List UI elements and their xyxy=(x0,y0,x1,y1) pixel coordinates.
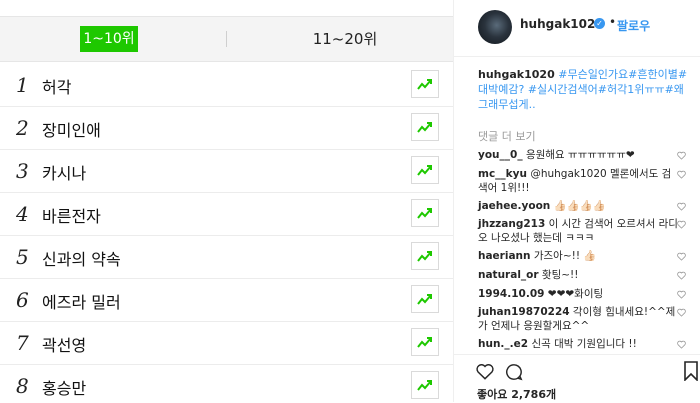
comment-like-heart-icon[interactable] xyxy=(677,290,686,299)
keyword-link[interactable]: 에즈라 밀러 xyxy=(42,289,121,313)
rank-number: 4 xyxy=(16,202,29,226)
comment-username[interactable]: jaehee.yoon xyxy=(478,200,550,212)
ranking-row[interactable]: 2 장미인애 xyxy=(0,106,453,150)
ranking-row[interactable]: 5 신과의 약속 xyxy=(0,235,453,279)
trend-icon xyxy=(417,122,432,133)
comment-like-heart-icon[interactable] xyxy=(677,271,686,280)
comment-username[interactable]: haeriann xyxy=(478,250,531,262)
ranking-row[interactable]: 1 허각 xyxy=(0,63,453,107)
comment-like-heart-icon[interactable] xyxy=(677,340,686,349)
trend-icon xyxy=(417,165,432,176)
comment-username[interactable]: mc__kyu xyxy=(478,168,527,180)
comment: haeriann 가즈아~!! 👍🏻 xyxy=(478,249,678,263)
trend-chart-button[interactable] xyxy=(411,156,439,184)
comment-text: 응원해요 ㅠㅠㅠㅠㅠㅠ❤ xyxy=(525,149,635,161)
comment-text: ❤❤❤화이팅 xyxy=(547,288,604,300)
comment-username[interactable]: jhzzang213 xyxy=(478,218,545,230)
verified-badge-icon: ✓ xyxy=(594,18,605,29)
trend-icon xyxy=(417,380,432,391)
follow-button[interactable]: 팔로우 xyxy=(617,17,650,34)
rank-number: 1 xyxy=(16,73,29,97)
comment: 1994.10.09 ❤❤❤화이팅 xyxy=(478,287,678,301)
trend-chart-button[interactable] xyxy=(411,242,439,270)
rank-number: 3 xyxy=(16,159,29,183)
comment: jhzzang213 이 시간 검색어 오르셔서 라디오 나오셨나 했는데 ㅋㅋ… xyxy=(478,217,678,245)
comment-like-heart-icon[interactable] xyxy=(677,220,686,229)
rank-number: 7 xyxy=(16,331,29,355)
rank-number: 8 xyxy=(16,374,29,398)
bookmark-icon[interactable] xyxy=(684,361,698,381)
post-header: huhgak1020 ✓ • 팔로우 xyxy=(454,0,700,57)
trend-icon xyxy=(417,208,432,219)
trend-icon xyxy=(417,337,432,348)
ranking-row[interactable]: 4 바른전자 xyxy=(0,192,453,236)
trend-chart-button[interactable] xyxy=(411,371,439,399)
rank-tabs: 1~10위 11~20위 xyxy=(0,16,453,62)
comment: you__0_ 응원해요 ㅠㅠㅠㅠㅠㅠ❤ xyxy=(478,148,678,162)
tab-divider xyxy=(226,31,227,47)
comment: mc__kyu @huhgak1020 멜론에서도 검색어 1위!!! xyxy=(478,167,678,195)
comment-username[interactable]: you__0_ xyxy=(478,149,523,161)
comment: hun._.e2 신곡 대박 기원입니다 !! xyxy=(478,337,678,351)
comment-text: 👍🏻👍🏻👍🏻👍🏻 xyxy=(553,200,606,212)
trend-chart-button[interactable] xyxy=(411,199,439,227)
keyword-link[interactable]: 장미인애 xyxy=(42,117,101,141)
ranking-row[interactable]: 7 곽선영 xyxy=(0,321,453,365)
separator-dot: • xyxy=(609,15,617,29)
keyword-link[interactable]: 바른전자 xyxy=(42,203,101,227)
ranking-panel: 1~10위 11~20위 1 허각 2 장미인애 3 카시나 4 바른전자 5 … xyxy=(0,0,453,402)
keyword-link[interactable]: 허각 xyxy=(42,74,71,98)
post-caption: huhgak1020 #무슨일인가요#흔한이별#대박예감? #실시간검색어#허각… xyxy=(478,67,688,112)
comment-text: 홧팅~!! xyxy=(541,269,579,281)
comment-text: 신곡 대박 기원입니다 !! xyxy=(531,338,637,350)
keyword-link[interactable]: 홍승만 xyxy=(42,375,86,399)
avatar[interactable] xyxy=(478,10,512,44)
comment-like-heart-icon[interactable] xyxy=(677,252,686,261)
rank-number: 2 xyxy=(16,116,29,140)
comment-text: 가즈아~!! 👍🏻 xyxy=(533,250,597,262)
trend-chart-button[interactable] xyxy=(411,70,439,98)
comment-username[interactable]: hun._.e2 xyxy=(478,338,528,350)
ranking-row[interactable]: 3 카시나 xyxy=(0,149,453,193)
keyword-link[interactable]: 카시나 xyxy=(42,160,86,184)
comment-like-heart-icon[interactable] xyxy=(677,170,686,179)
tab-rank-1-10[interactable]: 1~10위 xyxy=(80,26,138,52)
comment-username[interactable]: natural_or xyxy=(478,269,539,281)
caption-username[interactable]: huhgak1020 xyxy=(478,68,555,81)
ranking-row[interactable]: 8 홍승만 xyxy=(0,364,453,402)
comment-like-heart-icon[interactable] xyxy=(677,202,686,211)
username-link[interactable]: huhgak1020 xyxy=(520,17,604,31)
rank-number: 5 xyxy=(16,245,29,269)
comment: juhan19870224 각이형 힘내세요!^^제가 언제나 응원할게요^^ xyxy=(478,305,678,333)
likes-count[interactable]: 좋아요 2,786개 xyxy=(477,386,556,402)
comment-bubble-icon[interactable] xyxy=(505,363,523,381)
tab-rank-11-20[interactable]: 11~20위 xyxy=(300,17,390,61)
trend-chart-button[interactable] xyxy=(411,328,439,356)
trend-chart-button[interactable] xyxy=(411,285,439,313)
rank-number: 6 xyxy=(16,288,29,312)
like-heart-icon[interactable] xyxy=(476,363,494,380)
instagram-post-panel: huhgak1020 ✓ • 팔로우 huhgak1020 #무슨일인가요#흔한… xyxy=(453,0,700,402)
comment-username[interactable]: juhan19870224 xyxy=(478,306,570,318)
keyword-link[interactable]: 곽선영 xyxy=(42,332,86,356)
keyword-link[interactable]: 신과의 약속 xyxy=(42,246,121,270)
comment: jaehee.yoon 👍🏻👍🏻👍🏻👍🏻 xyxy=(478,199,678,213)
trend-chart-button[interactable] xyxy=(411,113,439,141)
trend-icon xyxy=(417,251,432,262)
trend-icon xyxy=(417,294,432,305)
comment-username[interactable]: 1994.10.09 xyxy=(478,288,544,300)
trend-icon xyxy=(417,79,432,90)
comment: natural_or 홧팅~!! xyxy=(478,268,678,282)
ranking-row[interactable]: 6 에즈라 밀러 xyxy=(0,278,453,322)
comment-like-heart-icon[interactable] xyxy=(677,151,686,160)
comment-like-heart-icon[interactable] xyxy=(677,308,686,317)
load-more-comments[interactable]: 댓글 더 보기 xyxy=(478,128,536,144)
